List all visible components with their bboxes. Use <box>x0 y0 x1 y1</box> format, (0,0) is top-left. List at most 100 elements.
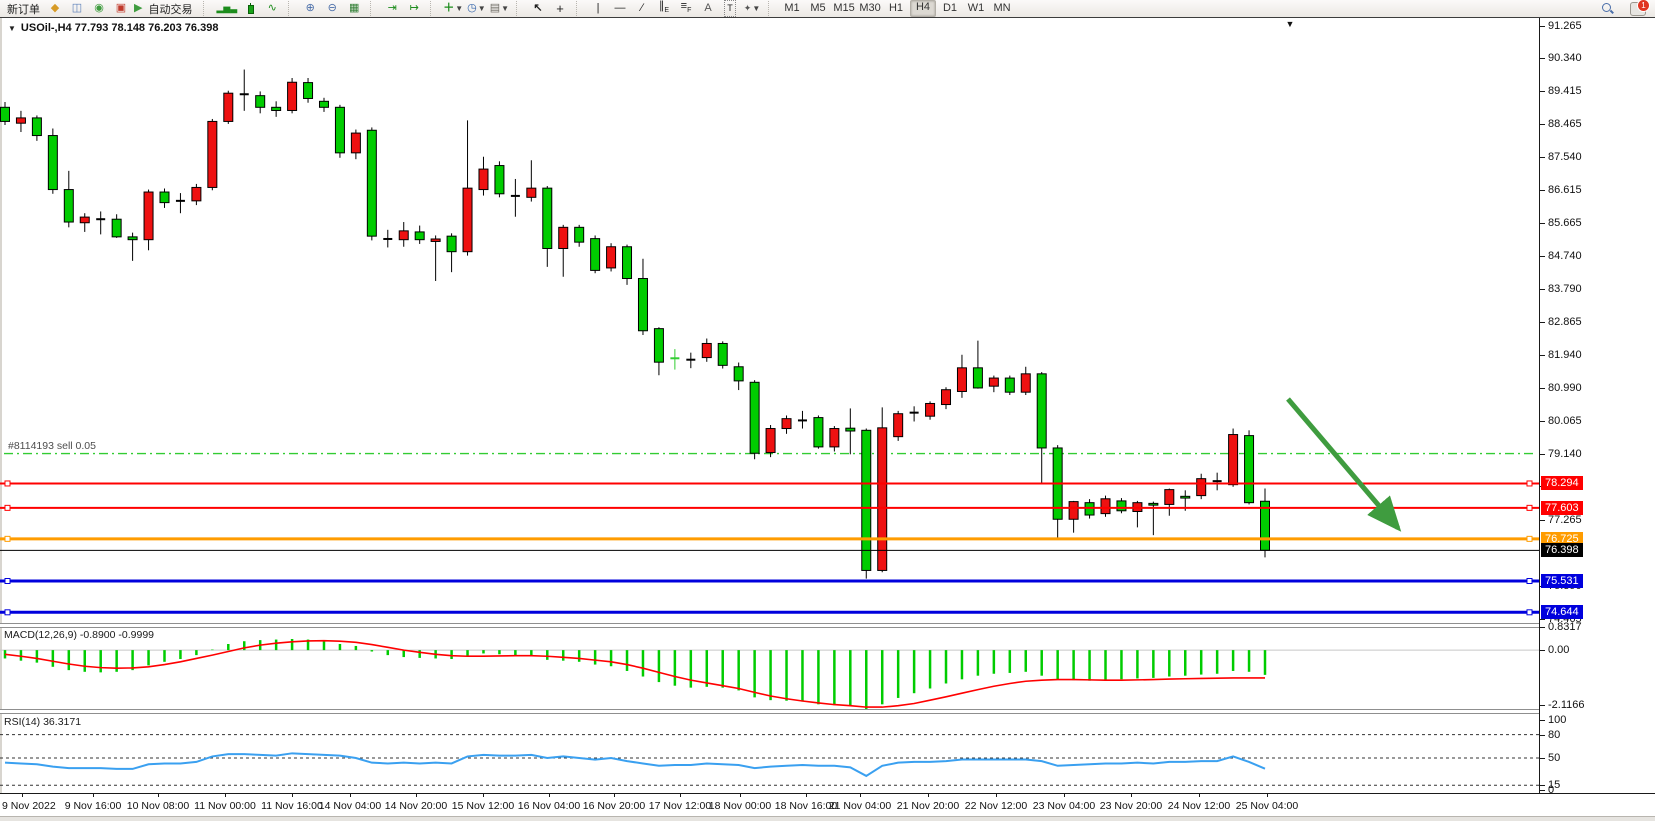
axis-tick-mark <box>1540 758 1545 759</box>
date-tick-label: 22 Nov 12:00 <box>965 800 1027 812</box>
crosshair-button[interactable]: + <box>549 1 571 16</box>
date-axis[interactable]: 9 Nov 20229 Nov 16:0010 Nov 08:0011 Nov … <box>0 793 1655 817</box>
toolbar-separator <box>203 1 209 16</box>
rsi-scale-label: 100 <box>1548 714 1566 726</box>
templates-button[interactable]: ▤▼ <box>488 1 511 16</box>
add-indicator-icon: ＋ <box>443 1 454 16</box>
tile-windows-button[interactable]: ▦ <box>343 1 365 16</box>
price-tick-label: 87.540 <box>1548 151 1582 163</box>
date-tick-label: 14 Nov 20:00 <box>385 800 447 812</box>
timeframe-button-h1[interactable]: H1 <box>884 1 908 16</box>
axis-tick-mark <box>1064 794 1065 797</box>
axis-tick-mark <box>292 794 293 797</box>
chart-window-icon[interactable]: ◆ <box>44 1 66 16</box>
fibonacci-button[interactable]: ≡F <box>675 1 697 16</box>
macd-scale-label: 0.00 <box>1548 644 1569 656</box>
axis-tick-mark <box>680 794 681 797</box>
auto-trading-button[interactable]: ▶ 自动交易 <box>132 1 198 16</box>
rsi-scale-label: 50 <box>1548 752 1560 764</box>
auto-trading-icon: ▶ <box>134 1 142 16</box>
market-watch-icon[interactable]: ◫ <box>66 1 88 16</box>
timeframe-button-h4[interactable]: H4 <box>910 0 936 17</box>
toolbar-separator <box>288 1 294 16</box>
candlestick-chart-button[interactable] <box>239 1 261 16</box>
price-tick-label: 83.790 <box>1548 283 1582 295</box>
shapes-icon: ✦ <box>744 1 752 16</box>
horizontal-line-icon: — <box>615 1 626 16</box>
trendline-button[interactable]: ∕ <box>631 1 653 16</box>
date-tick-label: 10 Nov 08:00 <box>127 800 189 812</box>
horizontal-line-button[interactable]: — <box>609 1 631 16</box>
axis-tick-mark <box>1540 58 1545 59</box>
macd-scale-label: -2.1166 <box>1548 699 1585 711</box>
window-icon: ◫ <box>72 1 82 16</box>
axis-tick-mark <box>614 794 615 797</box>
price-tick-label: 85.665 <box>1548 217 1582 229</box>
main-chart-pane[interactable]: ▼ USOil-,H4 77.793 78.148 76.203 76.398 … <box>0 18 1539 623</box>
axis-tick-mark <box>416 794 417 797</box>
signal-icon: ◉ <box>94 1 104 16</box>
channel-icon: ∥E <box>659 0 669 18</box>
candlestick-chart[interactable] <box>0 18 1539 623</box>
channel-button[interactable]: ∥E <box>653 1 675 16</box>
zoom-in-button[interactable]: ⊕ <box>299 1 321 16</box>
vertical-line-button[interactable]: | <box>587 1 609 16</box>
indicators-button[interactable]: ＋▼ <box>441 1 465 16</box>
line-chart-button[interactable]: ∿ <box>261 1 283 16</box>
axis-tick-mark <box>1540 705 1545 706</box>
price-tick-label: 89.415 <box>1548 85 1582 97</box>
timeframe-button-mn[interactable]: MN <box>990 1 1014 16</box>
axis-tick-mark <box>483 794 484 797</box>
one-click-trading-toggle[interactable]: ▼ <box>8 24 16 33</box>
chart-shift-marker[interactable]: ▼ <box>1286 19 1295 29</box>
zoom-in-icon: ⊕ <box>306 1 315 16</box>
timeframe-button-w1[interactable]: W1 <box>964 1 988 16</box>
timeframe-group: M1M5M15M30H1H4D1W1MN <box>776 0 1018 17</box>
chart-title: ▼ USOil-,H4 77.793 78.148 76.203 76.398 <box>8 22 218 34</box>
template-icon: ▤ <box>490 1 500 16</box>
price-axis[interactable]: 91.26590.34089.41588.46587.54086.61585.6… <box>1539 18 1655 793</box>
new-order-button[interactable]: 新订单 <box>3 1 44 16</box>
axis-tick-mark <box>1540 190 1545 191</box>
timeframe-button-d1[interactable]: D1 <box>938 1 962 16</box>
rsi-pane[interactable]: RSI(14) 36.3171 <box>0 714 1539 793</box>
text-label-button[interactable]: T <box>719 1 741 16</box>
navigator-icon[interactable]: ◉ <box>88 1 110 16</box>
macd-pane[interactable]: MACD(12,26,9) -0.8900 -0.9999 <box>0 627 1539 709</box>
auto-scroll-button[interactable]: ↦ <box>403 1 425 16</box>
timeframe-button-m5[interactable]: M5 <box>806 1 830 16</box>
notification-badge: 1 <box>1637 0 1650 12</box>
date-tick-label: 9 Nov 16:00 <box>65 800 122 812</box>
price-tick-label: 88.465 <box>1548 118 1582 130</box>
axis-tick-mark <box>860 794 861 797</box>
axis-tick-mark <box>1540 322 1545 323</box>
price-tick-label: 90.340 <box>1548 52 1582 64</box>
periods-button[interactable]: ◷▼ <box>465 1 488 16</box>
search-button[interactable] <box>1597 1 1619 16</box>
macd-scale-label: 0.8317 <box>1548 621 1582 633</box>
terminal-icon[interactable]: ▣ <box>110 1 132 16</box>
text-button[interactable]: A <box>697 1 719 16</box>
date-tick-label: 16 Nov 04:00 <box>518 800 580 812</box>
axis-tick-mark <box>1267 794 1268 797</box>
chevron-down-icon: ▼ <box>501 4 509 13</box>
date-tick-label: 18 Nov 00:00 <box>709 800 771 812</box>
zoom-out-button[interactable]: ⊖ <box>321 1 343 16</box>
chart-shift-button[interactable]: ⇥ <box>381 1 403 16</box>
axis-tick-mark <box>1540 735 1545 736</box>
date-tick-label: 14 Nov 04:00 <box>319 800 381 812</box>
axis-tick-mark <box>1540 289 1545 290</box>
arrows-button[interactable]: ✦▼ <box>741 1 763 16</box>
bar-chart-button[interactable]: ▂▅▃ <box>214 1 239 16</box>
cursor-button[interactable]: ↖ <box>527 1 549 16</box>
timeframe-button-m1[interactable]: M1 <box>780 1 804 16</box>
price-tick-label: 80.065 <box>1548 415 1582 427</box>
date-tick-label: 24 Nov 12:00 <box>1168 800 1230 812</box>
timeframe-button-m15[interactable]: M15 <box>832 1 856 16</box>
chart-shift-icon: ⇥ <box>388 1 397 16</box>
order-line-label[interactable]: #8114193 sell 0.05 <box>8 440 96 452</box>
timeframe-button-m30[interactable]: M30 <box>858 1 882 16</box>
funnel-icon: ◆ <box>51 1 59 16</box>
axis-tick-mark <box>22 794 23 797</box>
notifications-button[interactable]: 1 <box>1627 1 1649 16</box>
